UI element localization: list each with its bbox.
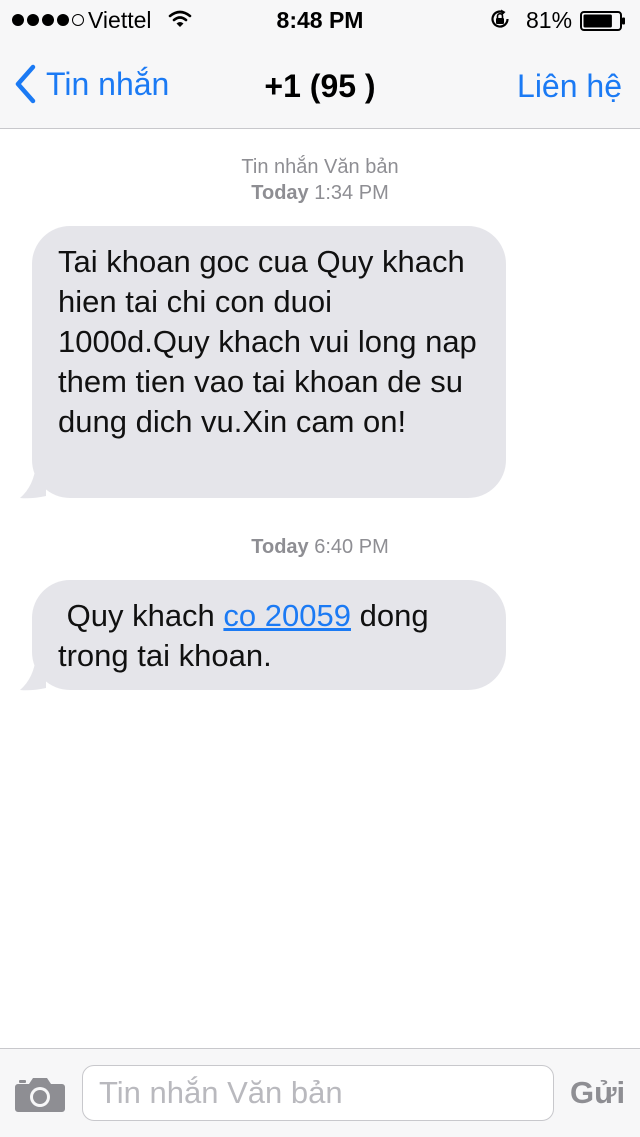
thread-header: Tin nhắn Văn bản [241,156,399,178]
status-bar: Viettel 8:48 PM 81% [0,0,640,40]
timestamp: Today 6:40 PM [0,534,640,560]
message-bubble[interactable]: Quy khach co 20059 dong trong tai khoan. [32,580,506,690]
navigation-bar: Tin nhắn +1 (95 ) Liên hệ [0,40,640,128]
message-text: Quy khach [58,598,224,633]
rotation-lock-icon [488,7,512,37]
timestamp-time: 6:40 PM [314,536,389,558]
send-button[interactable]: Gửi [570,1075,625,1111]
message-bubble[interactable]: Tai khoan goc cua Quy khach hien tai chi… [32,226,506,498]
contact-button[interactable]: Liên hệ [517,68,622,105]
timestamp-day: Today [251,536,309,558]
battery-icon [580,10,626,31]
timestamp: Today 1:34 PM [0,180,640,206]
timestamp-day: Today [251,182,309,204]
battery-percent: 81% [526,7,573,33]
timestamp-time: 1:34 PM [314,182,389,204]
compose-bar: Gửi [0,1048,640,1137]
message-text: Tai khoan goc cua Quy khach hien tai chi… [58,244,477,439]
top-bar: Viettel 8:48 PM 81% Tin nhắn +1 (95) Li… [0,0,640,129]
camera-icon[interactable] [14,1075,66,1118]
message-input[interactable] [82,1065,554,1121]
message-link[interactable]: co 20059 [223,598,351,633]
